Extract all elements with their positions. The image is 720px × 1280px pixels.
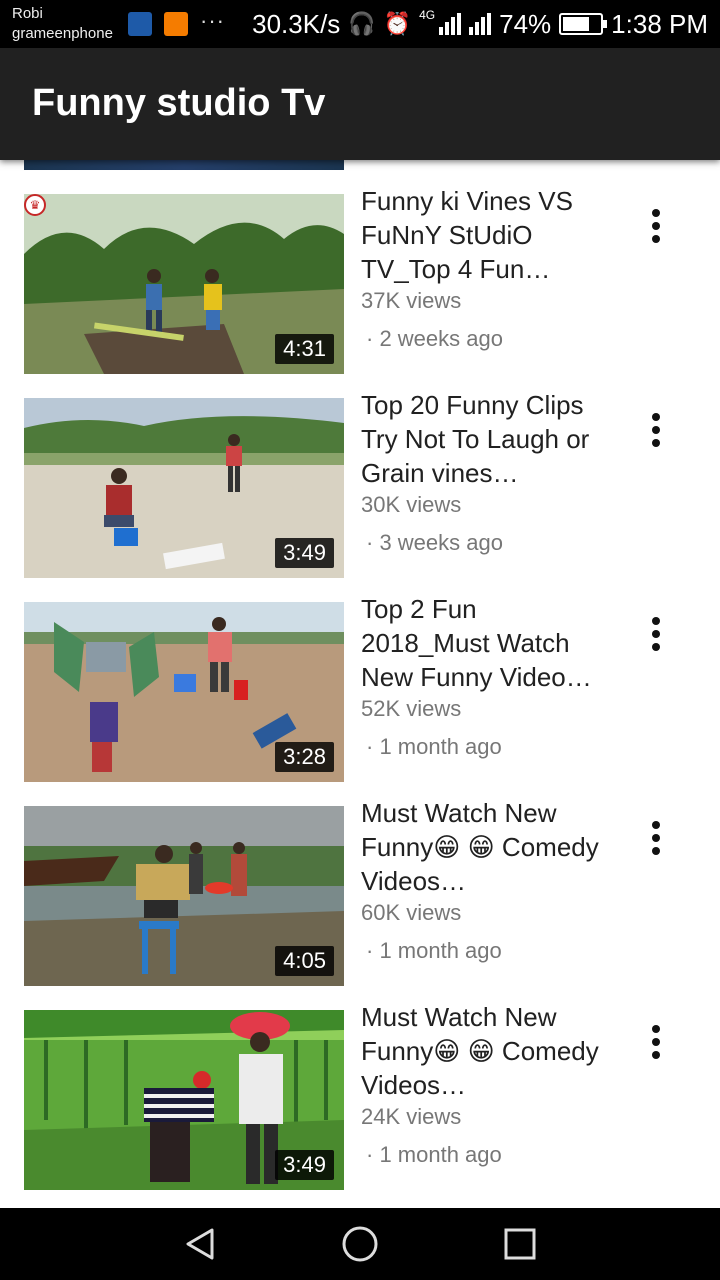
video-thumbnail[interactable]: 4:05: [24, 806, 344, 986]
signal-icon: [439, 13, 462, 35]
recents-icon: [504, 1228, 536, 1260]
duration-badge: 4:31: [275, 334, 334, 364]
channel-logo-icon: ♛: [24, 194, 46, 216]
video-list[interactable]: ♛ 4:31 Funny ki Vines VS FuNnY StUdiO TV…: [0, 160, 720, 1208]
battery-icon: [559, 13, 608, 35]
app-bar: Funny studio Tv: [0, 48, 720, 160]
video-item[interactable]: ♛ 4:31 Funny ki Vines VS FuNnY StUdiO TV…: [0, 184, 720, 374]
app-notification-icon-2: [164, 12, 188, 36]
more-options-button[interactable]: [636, 1022, 676, 1062]
carrier-line-1: Robi: [12, 5, 43, 22]
video-title[interactable]: Funny ki Vines VS FuNnY StUdiO TV_Top 4 …: [361, 184, 611, 286]
signal-icon-2: [469, 13, 492, 35]
back-button[interactable]: [176, 1224, 224, 1264]
video-title[interactable]: Must Watch New Funny😁 😁 Comedy Videos…: [361, 796, 611, 898]
overflow-notifications-icon: ···: [200, 8, 225, 33]
view-count: 60K views: [361, 900, 462, 925]
battery-fill: [563, 17, 589, 31]
upload-age: · 1 month ago: [366, 938, 502, 963]
upload-age: · 1 month ago: [366, 734, 502, 759]
view-count: 52K views: [361, 696, 462, 721]
video-item[interactable]: 3:49 Top 20 Funny Clips Try Not To Laugh…: [0, 388, 720, 578]
more-options-button[interactable]: [636, 410, 676, 450]
video-title[interactable]: Must Watch New Funny😁 😁 Comedy Videos…: [361, 1000, 611, 1102]
duration-badge: 3:49: [275, 538, 334, 568]
video-item[interactable]: 3:49 Must Watch New Funny😁 😁 Comedy Vide…: [0, 1000, 720, 1190]
home-icon: [342, 1226, 378, 1262]
alarm-icon: ⏰: [383, 11, 412, 36]
video-thumbnail[interactable]: 3:49: [24, 1010, 344, 1190]
view-count: 24K views: [361, 1104, 462, 1129]
back-icon: [186, 1228, 214, 1260]
carrier-label: Robi grameenphone: [12, 4, 113, 44]
video-thumbnail[interactable]: 3:49: [24, 398, 344, 578]
duration-badge: 4:05: [275, 946, 334, 976]
previous-video-thumbnail[interactable]: [24, 160, 344, 170]
video-title[interactable]: Top 2 Fun 2018_Must Watch New Funny Vide…: [361, 592, 611, 694]
more-options-button[interactable]: [636, 614, 676, 654]
video-thumbnail[interactable]: ♛ 4:31: [24, 194, 344, 374]
view-count: 37K views: [361, 288, 462, 313]
navigation-bar: [0, 1208, 720, 1280]
headphones-icon: 🎧: [348, 11, 376, 36]
duration-badge: 3:28: [275, 742, 334, 772]
view-count: 30K views: [361, 492, 462, 517]
upload-age: · 3 weeks ago: [366, 530, 503, 555]
battery-percent: 74%: [499, 8, 552, 39]
recents-button[interactable]: [496, 1224, 544, 1264]
duration-badge: 3:49: [275, 1150, 334, 1180]
upload-age: · 1 month ago: [366, 1142, 502, 1167]
net-speed: 30.3K/s: [252, 8, 341, 39]
clock: 1:38 PM: [611, 8, 708, 39]
upload-age: · 2 weeks ago: [366, 326, 503, 351]
home-button[interactable]: [336, 1224, 384, 1264]
status-bar: Robi grameenphone ··· 30.3K/s 🎧 ⏰ 4G 74%…: [0, 0, 720, 48]
video-thumbnail[interactable]: 3:28: [24, 602, 344, 782]
video-item[interactable]: 4:05 Must Watch New Funny😁 😁 Comedy Vide…: [0, 796, 720, 986]
more-options-button[interactable]: [636, 206, 676, 246]
carrier-line-2: grameenphone: [12, 25, 113, 42]
video-item[interactable]: 3:28 Top 2 Fun 2018_Must Watch New Funny…: [0, 592, 720, 782]
more-options-button[interactable]: [636, 818, 676, 858]
network-type: 4G: [419, 8, 436, 22]
video-title[interactable]: Top 20 Funny Clips Try Not To Laugh or G…: [361, 388, 611, 490]
channel-title: Funny studio Tv: [32, 82, 326, 124]
app-notification-icon: [128, 12, 152, 36]
